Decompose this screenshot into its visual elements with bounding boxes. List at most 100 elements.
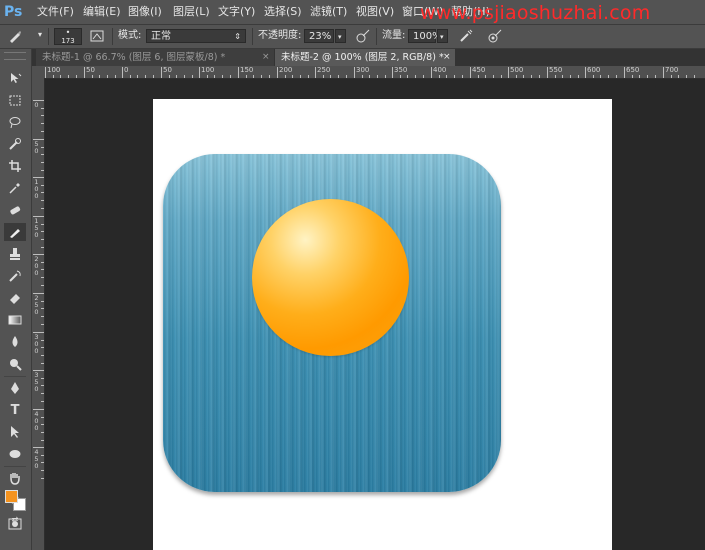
- ruler-tick: [478, 75, 479, 78]
- flow-dropdown-icon[interactable]: ▾: [437, 29, 448, 43]
- ruler-tick: [41, 393, 44, 394]
- menu-edit[interactable]: 编辑(E): [83, 0, 121, 24]
- close-icon[interactable]: ×: [262, 49, 270, 66]
- tab-document-2[interactable]: 未标题-2 @ 100% (图层 2, RGB/8) * ×: [275, 49, 455, 66]
- ruler-tick: [493, 75, 494, 78]
- ruler-tick: [99, 75, 100, 78]
- brush-size-picker[interactable]: • 173: [54, 28, 82, 45]
- ruler-tick: [246, 75, 247, 78]
- ruler-tick: [45, 67, 46, 78]
- ruler-tick: [41, 401, 44, 402]
- ruler-label: 650: [626, 66, 640, 74]
- ruler-tick: [53, 75, 54, 78]
- blue-brushed-metal-icon: [163, 154, 501, 492]
- ruler-tick: [137, 75, 138, 78]
- ruler-tick: [176, 75, 177, 78]
- lasso-icon[interactable]: [4, 113, 26, 131]
- eyedropper-icon[interactable]: [4, 179, 26, 197]
- ruler-tick: [346, 75, 347, 78]
- ruler-tick: [555, 75, 556, 78]
- ruler-tick: [84, 67, 85, 78]
- ruler-label: 250: [34, 294, 39, 316]
- ruler-tick: [439, 75, 440, 78]
- hand-icon[interactable]: [4, 469, 26, 487]
- panel-grip-icon[interactable]: [4, 52, 26, 60]
- opacity-dropdown-icon[interactable]: ▾: [335, 29, 346, 43]
- pressure-size-icon[interactable]: [484, 27, 506, 45]
- ellipse-icon[interactable]: [4, 445, 26, 463]
- path-select-icon[interactable]: [4, 423, 26, 441]
- tool-panel: T ⇄: [0, 49, 32, 550]
- ruler-tick: [285, 75, 286, 78]
- airbrush-icon[interactable]: [455, 27, 477, 45]
- vertical-ruler[interactable]: 0 50 100 150 200 250 300 350 400 450: [32, 78, 45, 550]
- ruler-tick: [41, 115, 44, 116]
- menu-select[interactable]: 选择(S): [264, 0, 302, 24]
- menu-bar: Ps 文件(F) 编辑(E) 图像(I) 图层(L) 文字(Y) 选择(S) 滤…: [0, 0, 705, 25]
- type-icon[interactable]: T: [4, 401, 26, 419]
- ruler-tick: [41, 440, 44, 441]
- flow-label: 流量:: [382, 30, 406, 41]
- pen-icon[interactable]: [4, 379, 26, 397]
- ruler-tick: [41, 316, 44, 317]
- ruler-tick: [585, 67, 586, 78]
- ruler-tick: [338, 75, 339, 78]
- ruler-tick: [161, 67, 162, 78]
- pressure-opacity-icon[interactable]: [352, 27, 374, 45]
- crop-icon[interactable]: [4, 157, 26, 175]
- ruler-label: 550: [549, 66, 563, 74]
- ruler-label: 0: [34, 101, 39, 109]
- ruler-tick: [362, 75, 363, 78]
- flow-input[interactable]: 100%: [408, 29, 442, 43]
- menu-file[interactable]: 文件(F): [37, 0, 74, 24]
- ruler-tick: [41, 355, 44, 356]
- ruler-tick: [431, 67, 432, 78]
- brush-preset-icon[interactable]: [4, 27, 26, 45]
- history-brush-icon[interactable]: [4, 267, 26, 285]
- watermark-text: www.psjiaoshuzhai.com: [420, 2, 651, 24]
- marquee-icon[interactable]: [4, 91, 26, 109]
- ruler-tick: [41, 247, 44, 248]
- ruler-label: 450: [472, 66, 486, 74]
- menu-filter[interactable]: 滤镜(T): [310, 0, 347, 24]
- brush-icon[interactable]: [4, 223, 26, 241]
- foreground-color-swatch[interactable]: [5, 490, 18, 503]
- gradient-icon[interactable]: [4, 311, 26, 329]
- spot-heal-icon[interactable]: [4, 201, 26, 219]
- ruler-tick: [508, 67, 509, 78]
- ruler-tick: [454, 75, 455, 78]
- ruler-tick: [41, 123, 44, 124]
- ruler-corner[interactable]: [32, 66, 44, 78]
- close-icon[interactable]: ×: [443, 49, 451, 66]
- ruler-label: 0: [124, 66, 129, 74]
- ruler-tick: [547, 67, 548, 78]
- move-icon[interactable]: [4, 69, 26, 87]
- ruler-tick: [33, 447, 44, 448]
- stamp-icon[interactable]: [4, 245, 26, 263]
- ruler-tick: [33, 100, 44, 101]
- preset-dropdown-icon[interactable]: ▾: [38, 28, 42, 42]
- ruler-label: 350: [34, 371, 39, 393]
- menu-view[interactable]: 视图(V): [356, 0, 394, 24]
- ruler-tick: [169, 75, 170, 78]
- dodge-icon[interactable]: [4, 355, 26, 373]
- blur-icon[interactable]: [4, 333, 26, 351]
- menu-image[interactable]: 图像(I): [128, 0, 162, 24]
- ruler-tick: [41, 200, 44, 201]
- mode-select[interactable]: 正常 ⇕: [146, 29, 246, 43]
- quick-mask-icon[interactable]: [4, 515, 26, 533]
- ruler-tick: [92, 75, 93, 78]
- ruler-tick: [41, 131, 44, 132]
- horizontal-ruler[interactable]: 100 50 0 50 100 150 200 250 300 350 400 450 500 550 60…: [44, 66, 705, 79]
- quick-select-icon[interactable]: [4, 135, 26, 153]
- ruler-tick: [632, 75, 633, 78]
- ruler-tick: [41, 154, 44, 155]
- opacity-input[interactable]: 23%: [304, 29, 334, 43]
- mode-value: 正常: [151, 31, 171, 42]
- menu-layer[interactable]: 图层(L): [173, 0, 210, 24]
- ruler-tick: [60, 75, 61, 78]
- brush-panel-icon[interactable]: [86, 27, 108, 45]
- eraser-icon[interactable]: [4, 289, 26, 307]
- menu-type[interactable]: 文字(Y): [218, 0, 255, 24]
- tab-document-1[interactable]: 未标题-1 @ 66.7% (图层 6, 图层蒙板/8) * ×: [36, 49, 274, 66]
